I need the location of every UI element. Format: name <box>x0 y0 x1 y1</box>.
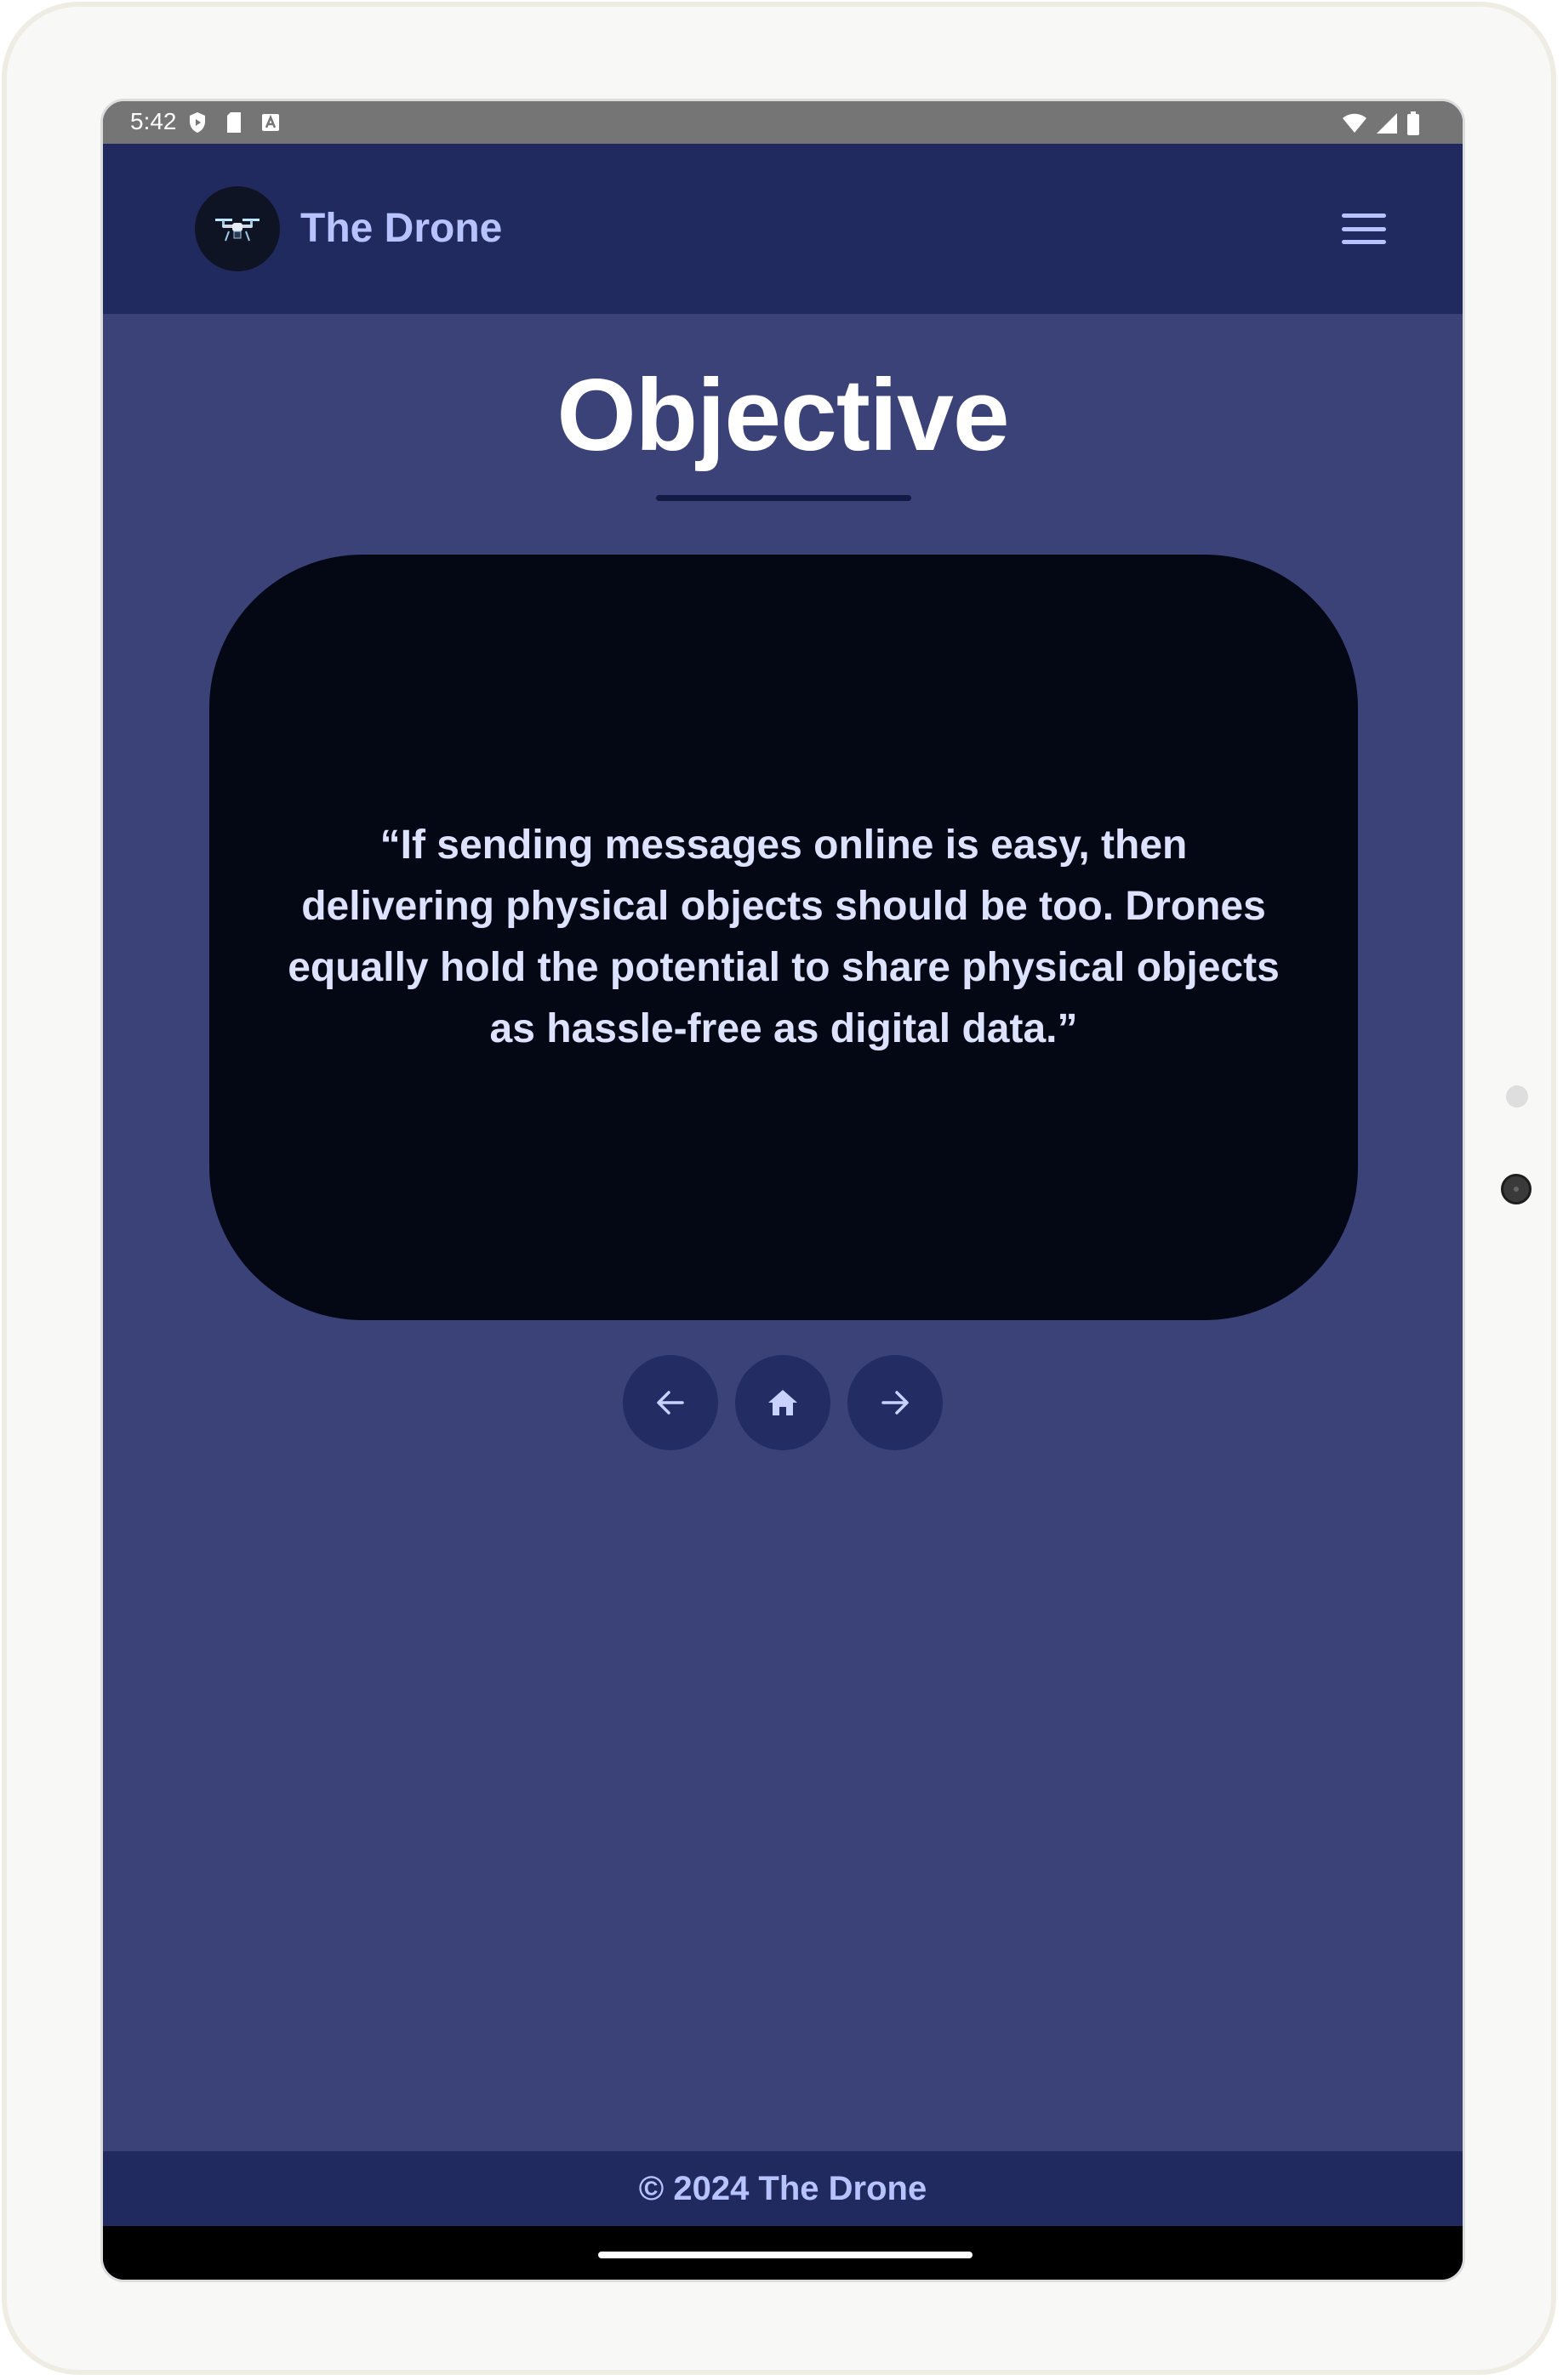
system-nav-bar <box>103 2226 1463 2280</box>
footer: © 2024 The Drone <box>103 2151 1463 2226</box>
camera-icon <box>1501 1174 1532 1204</box>
home-icon <box>768 1390 797 1415</box>
app-header: The Drone <box>103 144 1463 314</box>
quote-text: “If sending messages online is easy, the… <box>288 823 1280 1051</box>
status-bar: 5:42 <box>103 101 1463 144</box>
home-button[interactable] <box>735 1355 830 1450</box>
arrow-left-icon <box>657 1391 684 1415</box>
drone-icon <box>215 219 260 242</box>
logo[interactable] <box>195 186 280 271</box>
status-icons-left <box>188 111 280 134</box>
footer-text: © 2024 The Drone <box>638 2170 927 2207</box>
status-icons-right <box>1342 111 1420 135</box>
screen: 5:42 The Drone Objective “If sending mes… <box>100 99 1465 2282</box>
brand-title[interactable]: The Drone <box>300 205 502 252</box>
signal-icon <box>1377 113 1397 134</box>
wifi-icon <box>1343 113 1366 133</box>
home-indicator[interactable] <box>598 2252 973 2258</box>
sensor-dot <box>1506 1085 1528 1107</box>
font-icon <box>262 114 279 131</box>
menu-button[interactable] <box>1342 210 1386 248</box>
prev-button[interactable] <box>623 1355 718 1450</box>
status-time: 5:42 <box>130 108 177 134</box>
nav-buttons <box>103 1355 1463 1450</box>
quote-card: “If sending messages online is easy, the… <box>209 555 1358 1320</box>
page-title: Objective <box>556 358 1009 472</box>
arrow-right-icon <box>881 1391 909 1415</box>
hamburger-menu-icon <box>1342 214 1386 218</box>
shield-icon <box>190 112 205 133</box>
title-underline <box>656 495 911 501</box>
sd-card-icon <box>227 112 241 133</box>
next-button[interactable] <box>847 1355 943 1450</box>
battery-icon <box>1407 111 1419 135</box>
